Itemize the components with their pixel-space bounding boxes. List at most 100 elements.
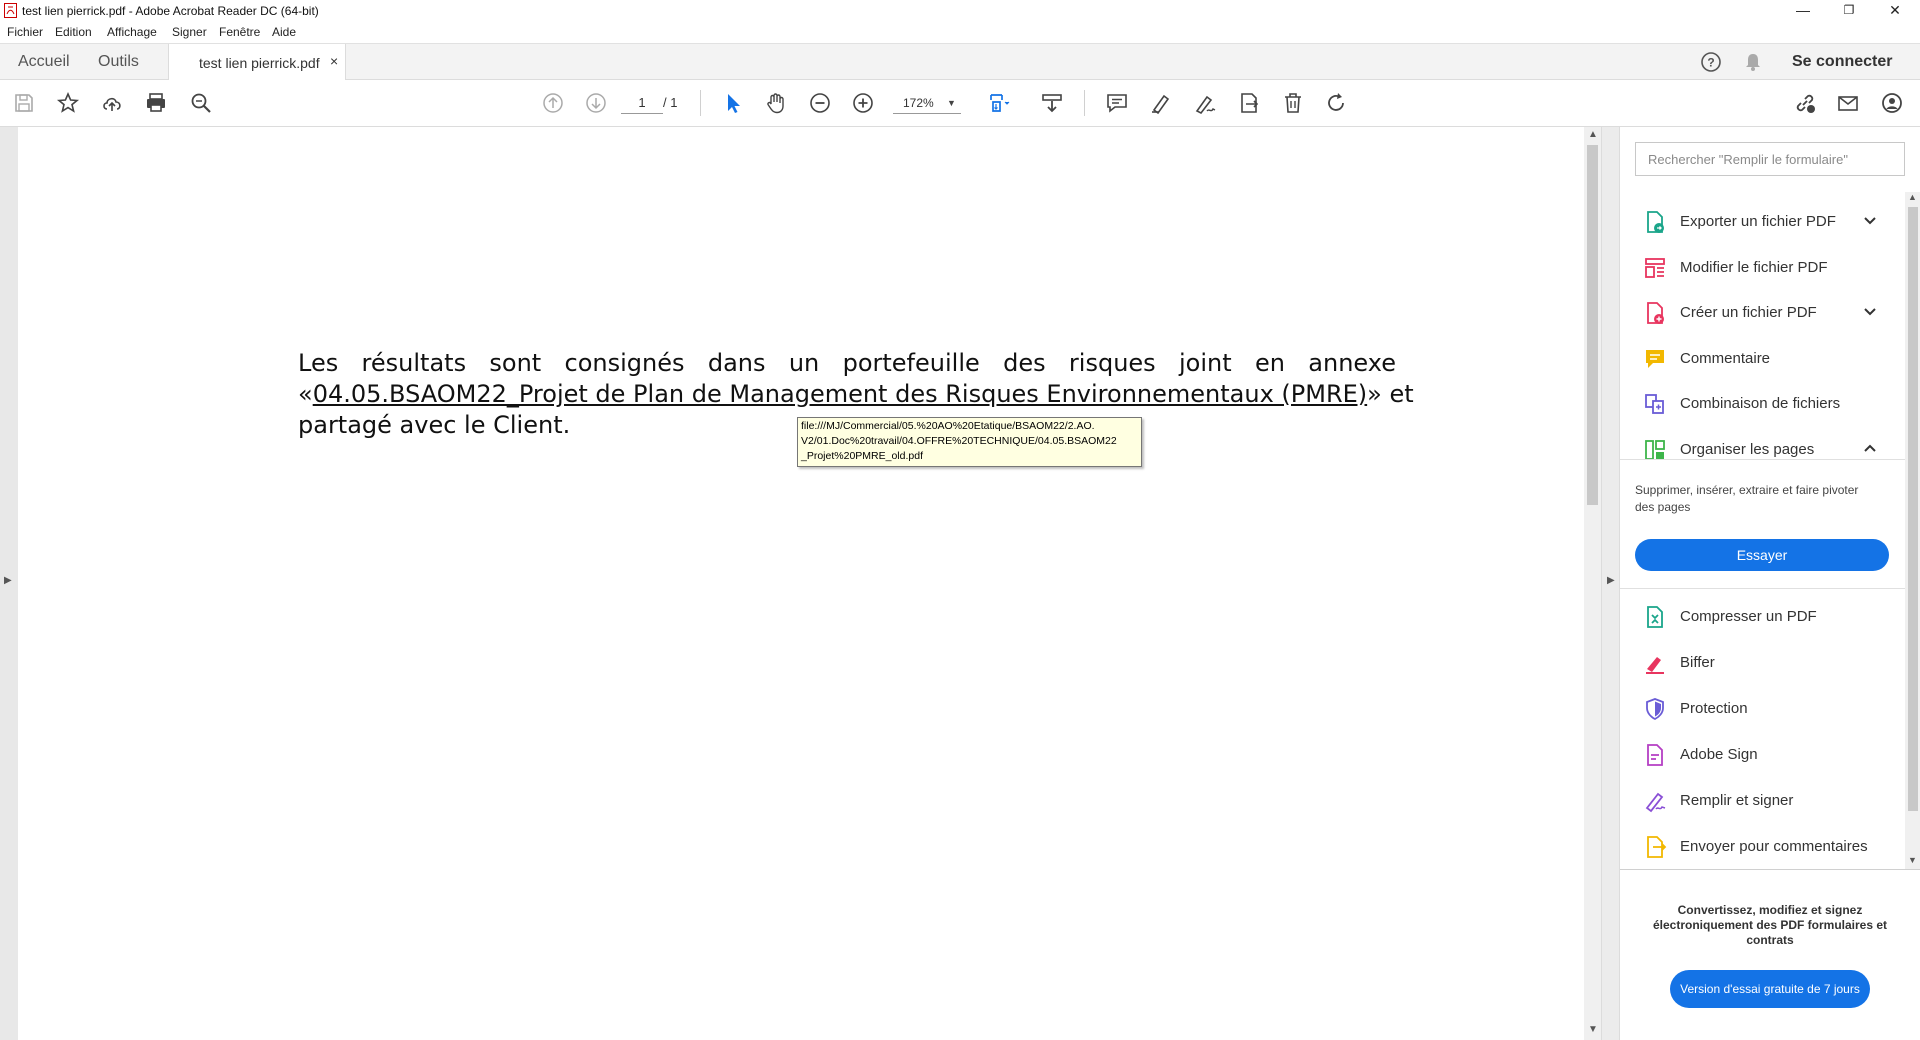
- expand-left-panel-icon[interactable]: ▶: [4, 575, 12, 586]
- menu-fichier[interactable]: Fichier: [7, 25, 43, 39]
- free-trial-button[interactable]: Version d'essai gratuite de 7 jours: [1670, 970, 1870, 1008]
- scroll-up-icon[interactable]: ▲: [1588, 129, 1598, 140]
- tool-item[interactable]: Envoyer pour commentaires: [1620, 828, 1905, 866]
- chevron-down-icon[interactable]: [1862, 303, 1878, 319]
- account-icon[interactable]: [1879, 90, 1905, 116]
- tool-item[interactable]: Adobe Sign: [1620, 736, 1905, 774]
- rotate-icon[interactable]: [1323, 90, 1349, 116]
- paragraph-word: consignés: [564, 349, 685, 377]
- tab-home[interactable]: Accueil: [18, 53, 70, 71]
- comment-icon: [1643, 347, 1667, 371]
- highlight-pen-icon[interactable]: [1148, 90, 1174, 116]
- menu-edition[interactable]: Edition: [55, 25, 92, 39]
- organize-pages-description: Supprimer, insérer, extraire et faire pi…: [1635, 483, 1859, 514]
- pane-divider[interactable]: ▶: [1601, 127, 1620, 1040]
- sign-icon[interactable]: [1192, 90, 1218, 116]
- page-up-icon[interactable]: [540, 90, 566, 116]
- share-link-icon[interactable]: [1792, 90, 1818, 116]
- quote-close: » et: [1367, 380, 1414, 408]
- close-window-button[interactable]: ✕: [1872, 0, 1918, 22]
- print-icon[interactable]: [143, 90, 169, 116]
- search-zoom-icon[interactable]: [188, 90, 214, 116]
- zoom-out-icon[interactable]: [807, 90, 833, 116]
- save-icon[interactable]: [11, 90, 37, 116]
- upload-cloud-icon[interactable]: [99, 90, 125, 116]
- send-icon[interactable]: [1236, 90, 1262, 116]
- scroll-down-icon[interactable]: ▼: [1588, 1024, 1598, 1035]
- toolbar-divider: [1084, 90, 1085, 116]
- menu-affichage[interactable]: Affichage: [107, 25, 157, 39]
- tool-item[interactable]: Protection: [1620, 690, 1905, 728]
- scroll-down-icon[interactable]: ▼: [1908, 855, 1917, 865]
- redact-icon: [1643, 651, 1667, 675]
- tool-label: Envoyer pour commentaires: [1680, 838, 1868, 855]
- menu-fenetre[interactable]: Fenêtre: [219, 25, 260, 39]
- chevron-down-icon[interactable]: [1862, 212, 1878, 228]
- notification-bell-icon[interactable]: [1743, 52, 1763, 72]
- chevron-down-icon: ▼: [947, 98, 956, 108]
- paragraph-word: Les: [298, 349, 339, 377]
- minimize-button[interactable]: —: [1780, 0, 1826, 22]
- delete-icon[interactable]: [1280, 90, 1306, 116]
- send-review-icon: [1643, 835, 1667, 859]
- tools-pane-scrollbar[interactable]: ▲ ▼: [1905, 192, 1920, 869]
- try-button[interactable]: Essayer: [1635, 539, 1889, 571]
- email-icon[interactable]: [1835, 90, 1861, 116]
- tool-item[interactable]: Modifier le fichier PDF: [1620, 249, 1905, 287]
- tab-document[interactable]: test lien pierrick.pdf ×: [168, 44, 346, 80]
- sign-in-button[interactable]: Se connecter: [1792, 53, 1892, 71]
- document-view: [18, 127, 1584, 1040]
- paragraph-word: en: [1254, 349, 1285, 377]
- help-icon[interactable]: ?: [1700, 51, 1722, 73]
- tool-item[interactable]: Créer un fichier PDF: [1620, 294, 1905, 332]
- tool-label: Adobe Sign: [1680, 746, 1758, 763]
- tool-label: Combinaison de fichiers: [1680, 395, 1841, 412]
- tool-item[interactable]: Organiser les pages: [1620, 431, 1905, 469]
- paragraph-word: résultats: [361, 349, 467, 377]
- tool-label: Compresser un PDF: [1680, 608, 1817, 625]
- tools-search-input[interactable]: Rechercher "Remplir le formulaire": [1635, 142, 1905, 176]
- quote-open: «: [298, 380, 313, 408]
- tool-item[interactable]: Combinaison de fichiers: [1620, 385, 1905, 423]
- collapse-right-pane-icon[interactable]: ▶: [1607, 575, 1615, 586]
- paragraph-word: des: [1003, 349, 1046, 377]
- document-hyperlink[interactable]: 04.05.BSAOM22_Projet de Plan de Manageme…: [313, 379, 1367, 410]
- paragraph-word: un: [788, 349, 820, 377]
- promo-text: Convertissez, modifiez et signez électro…: [1652, 903, 1888, 947]
- tool-label: Modifier le fichier PDF: [1680, 258, 1828, 276]
- paragraph-word: sont: [489, 349, 542, 377]
- page-number-input[interactable]: 1: [621, 92, 663, 114]
- scroll-mode-icon[interactable]: [1039, 90, 1065, 116]
- tool-item[interactable]: Commentaire: [1620, 340, 1905, 378]
- comment-icon[interactable]: [1104, 90, 1130, 116]
- menu-aide[interactable]: Aide: [272, 25, 296, 39]
- scrollbar-thumb[interactable]: [1587, 145, 1598, 505]
- menu-signer[interactable]: Signer: [172, 25, 207, 39]
- zoom-in-icon[interactable]: [850, 90, 876, 116]
- fit-page-icon[interactable]: [987, 90, 1013, 116]
- paragraph-line-2: « 04.05.BSAOM22_Projet de Plan de Manage…: [298, 379, 1414, 410]
- tool-item[interactable]: Biffer: [1620, 644, 1905, 682]
- tool-item[interactable]: Remplir et signer: [1620, 782, 1905, 820]
- page-down-icon[interactable]: [583, 90, 609, 116]
- select-cursor-icon[interactable]: [720, 90, 746, 116]
- tool-label: Exporter un fichier PDF: [1680, 213, 1836, 230]
- create-pdf-icon: [1643, 301, 1667, 325]
- acrobat-logo-icon: [4, 3, 17, 18]
- chevron-up-icon[interactable]: [1862, 440, 1878, 456]
- divider: [1620, 588, 1905, 589]
- window-title: test lien pierrick.pdf - Adobe Acrobat R…: [22, 4, 319, 18]
- tab-tools[interactable]: Outils: [98, 53, 139, 71]
- scrollbar-thumb[interactable]: [1908, 207, 1918, 811]
- restore-button[interactable]: ❐: [1826, 0, 1872, 22]
- document-scrollbar[interactable]: ▲ ▼: [1584, 127, 1601, 1040]
- toolbar-divider: [700, 90, 701, 116]
- main-toolbar: 1 / 1 172% ▼: [0, 80, 1920, 127]
- zoom-level-select[interactable]: 172% ▼: [893, 92, 961, 114]
- scroll-up-icon[interactable]: ▲: [1908, 192, 1917, 202]
- tool-item[interactable]: Compresser un PDF: [1620, 598, 1905, 636]
- hand-icon[interactable]: [763, 90, 789, 116]
- bookmark-star-icon[interactable]: [55, 90, 81, 116]
- close-tab-button[interactable]: ×: [330, 53, 338, 69]
- tool-item[interactable]: Exporter un fichier PDF: [1620, 203, 1905, 241]
